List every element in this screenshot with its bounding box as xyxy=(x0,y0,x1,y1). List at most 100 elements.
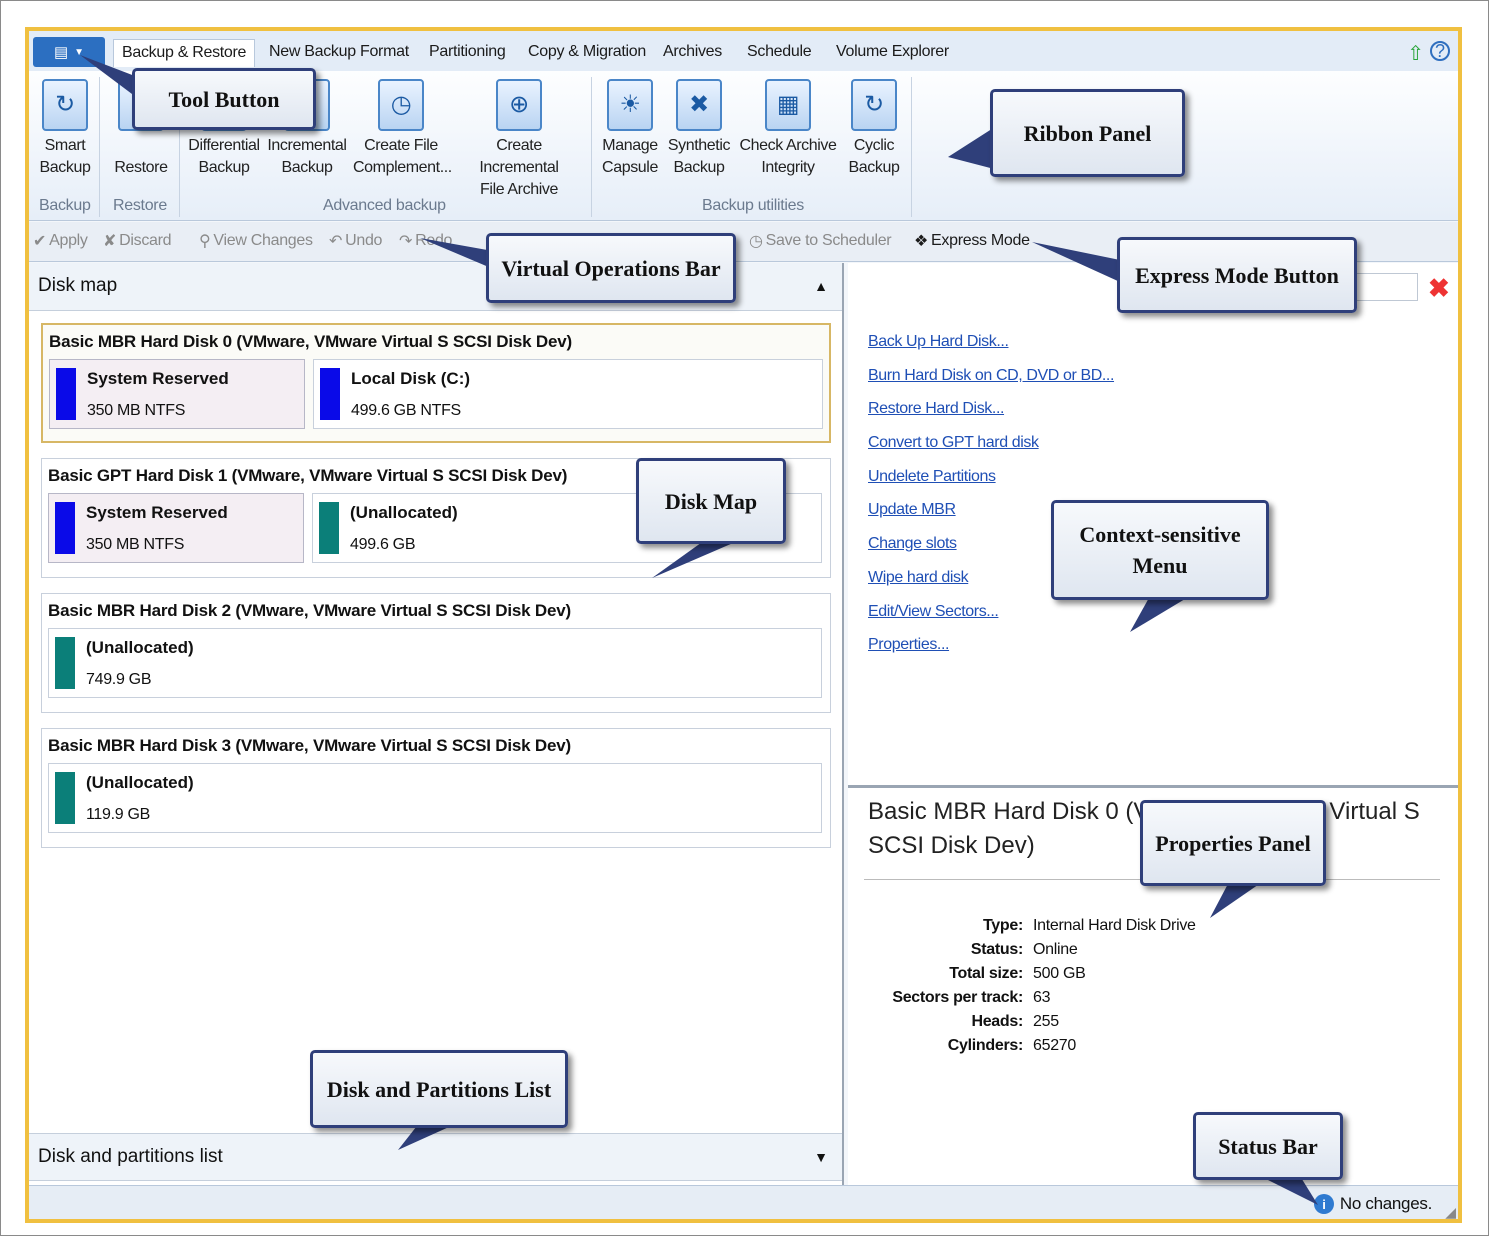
info-icon: i xyxy=(1313,1194,1334,1214)
callout-context-menu-line-1: Context-sensitive xyxy=(1079,522,1241,547)
property-value: 255 xyxy=(1033,1013,1059,1030)
undo-button[interactable]: ↶ Undo xyxy=(329,231,382,251)
property-key: Type: xyxy=(983,917,1023,934)
manage-capsule-button[interactable]: ☀ Manage Capsule xyxy=(597,79,663,179)
partition-color-bar xyxy=(55,772,75,824)
partition-color-bar xyxy=(55,502,75,554)
create-incremental-label-1: Create Incremental xyxy=(479,137,559,176)
view-changes-button[interactable]: ⚲ View Changes xyxy=(199,231,313,251)
callout-properties-panel: Properties Panel xyxy=(1140,800,1326,886)
create-file-complement-button[interactable]: ◷ Create File Complement... xyxy=(353,79,452,179)
help-icon[interactable]: ? xyxy=(1430,41,1450,61)
redo-label: Redo xyxy=(415,232,453,249)
resize-grip-icon[interactable]: ◢ xyxy=(1445,1204,1456,1219)
partition-unallocated[interactable]: (Unallocated) 119.9 GB xyxy=(48,763,822,833)
partition-local-disk-c[interactable]: Local Disk (C:) 499.6 GB NTFS xyxy=(313,359,823,429)
status-bar: i No changes. ◢ xyxy=(29,1185,1458,1219)
tab-schedule[interactable]: Schedule xyxy=(739,39,819,67)
menu-bar: ▤ ▼ Backup & Restore New Backup Format P… xyxy=(29,31,1458,71)
property-key: Cylinders: xyxy=(947,1037,1024,1054)
partitions-list-header[interactable]: Disk and partitions list ▼ xyxy=(29,1133,842,1181)
partition-system-reserved[interactable]: System Reserved 350 MB NTFS xyxy=(49,359,305,429)
redo-button[interactable]: ↷ Redo xyxy=(399,231,452,251)
create-file-complement-icon: ◷ xyxy=(378,79,424,131)
tab-new-backup-format[interactable]: New Backup Format xyxy=(261,39,417,67)
restore-label-1 xyxy=(109,135,173,157)
tab-archives[interactable]: Archives xyxy=(655,39,730,67)
cross-icon: ✘ xyxy=(103,233,117,250)
property-value: 65270 xyxy=(1033,1037,1076,1054)
save-to-scheduler-button[interactable]: ◷ Save to Scheduler xyxy=(749,231,892,251)
synthetic-backup-button[interactable]: ✖ Synthetic Backup xyxy=(666,79,732,179)
check-archive-label-1: Check Archive xyxy=(739,137,837,154)
callout-ribbon-panel: Ribbon Panel xyxy=(990,89,1185,177)
create-file-complement-label-1: Create File xyxy=(364,137,438,154)
apply-button[interactable]: ✔ Apply xyxy=(33,231,88,251)
help-icons: ⇧ ? xyxy=(1407,41,1450,66)
express-mode-button[interactable]: ❖ Express Mode xyxy=(914,231,1030,251)
right-pane: ✖ Back Up Hard Disk... Burn Hard Disk on… xyxy=(848,263,1458,1185)
partition-color-bar xyxy=(56,368,76,420)
check-archive-integrity-icon: ▦ xyxy=(765,79,811,131)
tab-backup-restore[interactable]: Backup & Restore xyxy=(113,39,256,67)
green-up-arrow-icon[interactable]: ⇧ xyxy=(1407,41,1424,66)
menu-properties[interactable]: Properties... xyxy=(868,636,949,654)
left-pane: Disk map ▲ Basic MBR Hard Disk 0 (VMware… xyxy=(29,263,844,1185)
discard-button[interactable]: ✘ Discard xyxy=(103,231,172,251)
ribbon-separator xyxy=(99,77,100,217)
partition-system-reserved[interactable]: System Reserved 350 MB NTFS xyxy=(48,493,304,563)
menu-wipe-hard-disk[interactable]: Wipe hard disk xyxy=(868,569,969,587)
save-to-scheduler-label: Save to Scheduler xyxy=(765,232,892,249)
tab-copy-migration[interactable]: Copy & Migration xyxy=(520,39,654,67)
callout-virtual-operations-bar: Virtual Operations Bar xyxy=(486,233,736,303)
menu-back-up-hard-disk[interactable]: Back Up Hard Disk... xyxy=(868,333,1009,351)
disk-0[interactable]: Basic MBR Hard Disk 0 (VMware, VMware Vi… xyxy=(41,323,831,443)
status-label: No changes. xyxy=(1339,1194,1432,1213)
menu-change-slots[interactable]: Change slots xyxy=(868,535,957,553)
disk-map-title: Disk map xyxy=(38,275,118,296)
check-icon: ✔ xyxy=(33,233,47,250)
partition-unallocated[interactable]: (Unallocated) 749.9 GB xyxy=(48,628,822,698)
disk-3[interactable]: Basic MBR Hard Disk 3 (VMware, VMware Vi… xyxy=(41,728,831,848)
tool-button[interactable]: ▤ ▼ xyxy=(33,37,105,67)
close-icon[interactable]: ✖ xyxy=(1428,273,1450,304)
collapse-up-icon[interactable]: ▲ xyxy=(814,278,828,294)
smart-backup-button[interactable]: ↻ Smart Backup xyxy=(35,79,95,179)
tab-volume-explorer[interactable]: Volume Explorer xyxy=(828,39,957,67)
group-label-backup: Backup xyxy=(39,197,91,214)
disk-title: Basic MBR Hard Disk 0 (VMware, VMware Vi… xyxy=(49,332,572,351)
properties-splitter[interactable] xyxy=(848,785,1458,788)
group-label-advanced-backup: Advanced backup xyxy=(323,197,446,214)
discard-label: Discard xyxy=(119,232,172,249)
menu-convert-to-gpt[interactable]: Convert to GPT hard disk xyxy=(868,434,1039,452)
check-archive-integrity-button[interactable]: ▦ Check Archive Integrity xyxy=(737,79,839,179)
callout-tool-button: Tool Button xyxy=(132,68,316,130)
partition-size: 350 MB NTFS xyxy=(86,536,185,553)
property-key: Total size: xyxy=(949,965,1023,982)
expand-down-icon[interactable]: ▼ xyxy=(814,1149,828,1165)
disk-2[interactable]: Basic MBR Hard Disk 2 (VMware, VMware Vi… xyxy=(41,593,831,713)
group-label-backup-utilities: Backup utilities xyxy=(702,197,804,214)
property-key: Sectors per track: xyxy=(892,989,1023,1006)
disk-title: Basic MBR Hard Disk 3 (VMware, VMware Vi… xyxy=(48,736,571,755)
partition-color-bar xyxy=(320,368,340,420)
menu-undelete-partitions[interactable]: Undelete Partitions xyxy=(868,468,996,486)
synthetic-backup-label-1: Synthetic xyxy=(667,137,731,154)
callout-express-mode-button: Express Mode Button xyxy=(1117,237,1357,313)
status-message: i No changes. xyxy=(1313,1194,1432,1214)
create-file-complement-label-2: Complement... xyxy=(353,159,452,176)
tab-partitioning[interactable]: Partitioning xyxy=(421,39,513,67)
menu-burn-hard-disk[interactable]: Burn Hard Disk on CD, DVD or BD... xyxy=(868,367,1114,385)
menu-icon: ▤ xyxy=(53,44,69,61)
menu-update-mbr[interactable]: Update MBR xyxy=(868,501,956,519)
partition-color-bar xyxy=(55,637,75,689)
partition-name: System Reserved xyxy=(86,503,228,522)
redo-icon: ↷ xyxy=(399,233,413,250)
property-value: 500 GB xyxy=(1033,965,1086,982)
menu-edit-view-sectors[interactable]: Edit/View Sectors... xyxy=(868,603,999,621)
property-value: Internal Hard Disk Drive xyxy=(1033,917,1196,934)
menu-restore-hard-disk[interactable]: Restore Hard Disk... xyxy=(868,400,1004,418)
create-incremental-file-archive-icon: ⊕ xyxy=(496,79,542,131)
create-incremental-file-archive-button[interactable]: ⊕ Create Incremental File Archive xyxy=(455,79,583,201)
cyclic-backup-button[interactable]: ↻ Cyclic Backup xyxy=(843,79,905,179)
